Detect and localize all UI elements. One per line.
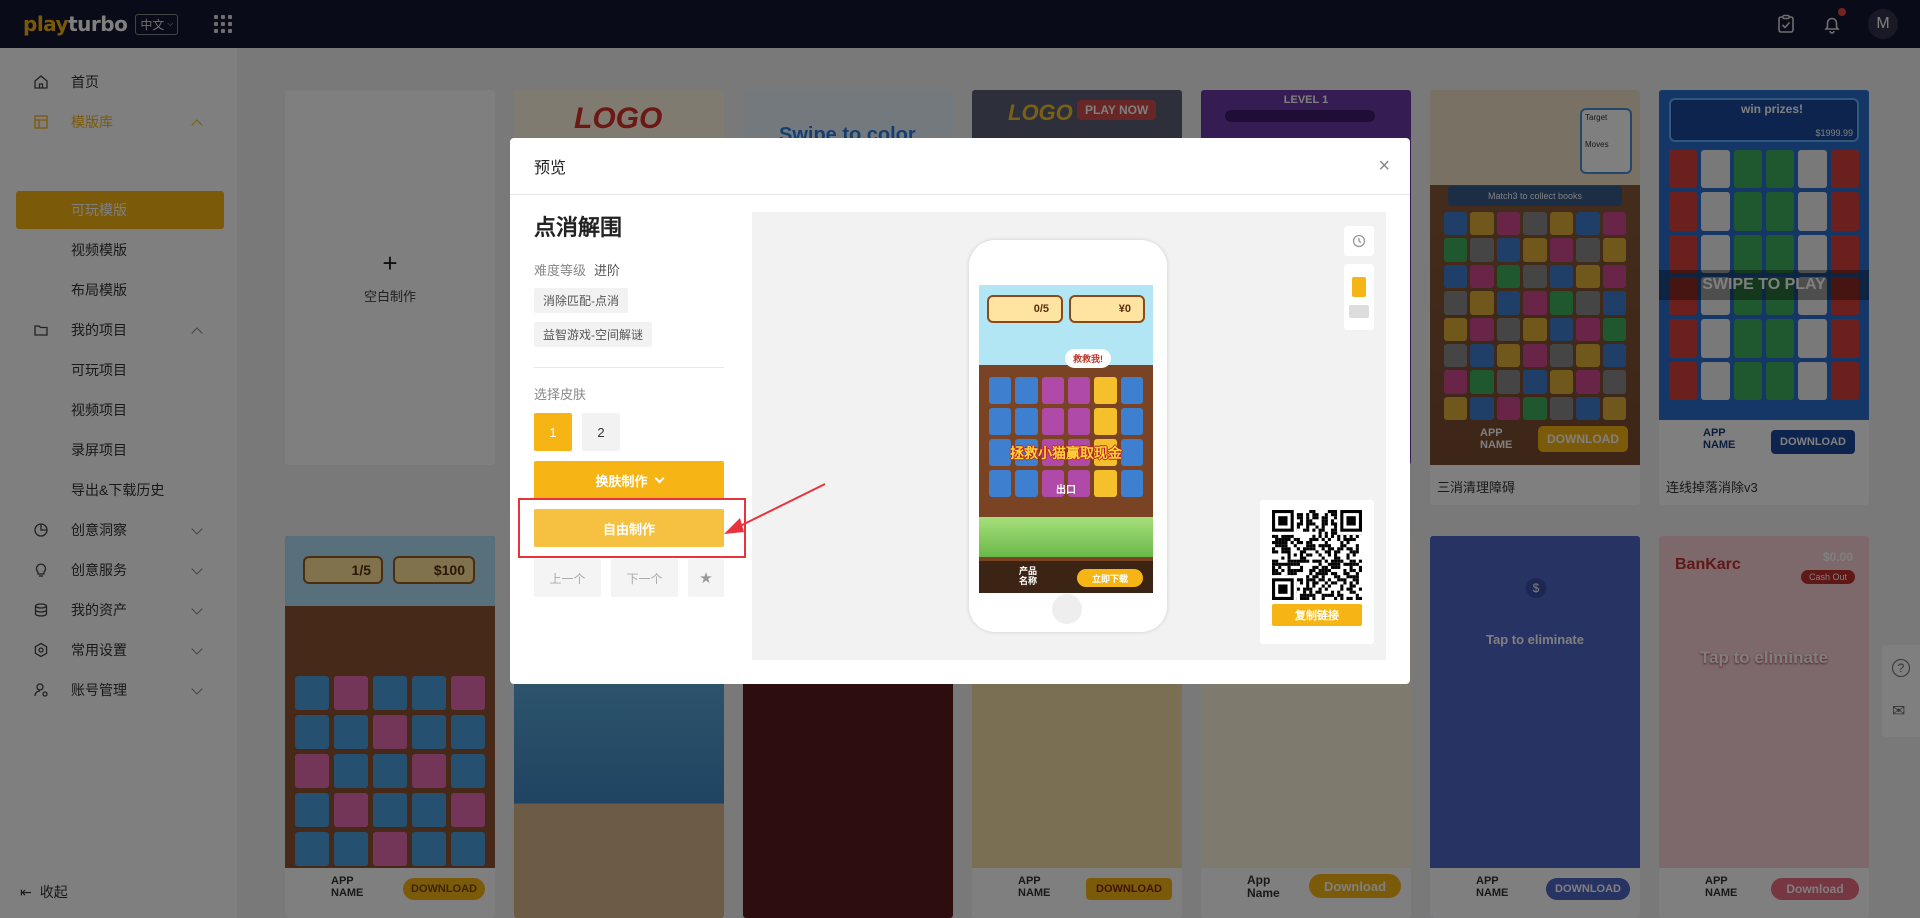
annotation-highlight-box — [518, 498, 746, 558]
qr-code-panel: 复制链接 — [1260, 500, 1374, 644]
skin-option-1[interactable]: 1 — [534, 413, 572, 451]
game-tile — [1041, 408, 1064, 435]
landscape-icon[interactable] — [1349, 304, 1369, 318]
previous-button[interactable]: 上一个 — [534, 559, 601, 597]
game-tile — [1015, 408, 1038, 435]
template-name: 点消解围 — [534, 215, 623, 240]
preview-modal: 预览 × 点消解围 难度等级 进阶 消除匹配-点消 益智游戏-空间解谜 选择皮肤 … — [510, 138, 1410, 684]
game-tile — [1068, 408, 1091, 435]
copy-link-button[interactable]: 复制链接 — [1272, 604, 1362, 626]
game-preview-screen[interactable]: 0/5 ¥0 救救我! 拯救小猫赢取现金 出口 产品名称 立即下载 — [979, 285, 1153, 593]
game-tile — [1041, 377, 1064, 404]
qr-code — [1272, 510, 1362, 600]
chevron-down-icon — [654, 473, 664, 483]
game-tile — [1120, 408, 1143, 435]
game-tile — [1094, 408, 1117, 435]
phone-frame: 0/5 ¥0 救救我! 拯救小猫赢取现金 出口 产品名称 立即下载 — [969, 240, 1167, 632]
next-button[interactable]: 下一个 — [611, 559, 678, 597]
game-tile — [1015, 377, 1038, 404]
tag: 益智游戏-空间解谜 — [534, 322, 652, 347]
game-preview-area: 0/5 ¥0 救救我! 拯救小猫赢取现金 出口 产品名称 立即下载 复制链接 — [752, 212, 1386, 660]
swap-skin-button[interactable]: 换肤制作 — [534, 461, 724, 499]
skin-label: 选择皮肤 — [534, 387, 587, 402]
game-tile — [1068, 377, 1091, 404]
game-tile — [989, 408, 1012, 435]
divider — [534, 367, 724, 368]
annotation-arrow-icon — [724, 483, 826, 534]
phone-home-button — [1052, 594, 1082, 624]
game-tile — [989, 377, 1012, 404]
tag: 消除匹配-点消 — [534, 288, 628, 313]
portrait-icon[interactable] — [1352, 276, 1366, 297]
game-tile — [1120, 377, 1143, 404]
replay-icon[interactable] — [1344, 226, 1374, 256]
skin-option-2[interactable]: 2 — [582, 413, 620, 451]
orientation-toggle[interactable] — [1344, 264, 1374, 330]
star-icon[interactable]: ★ — [688, 559, 724, 597]
modal-title: 预览 — [534, 160, 567, 177]
game-tile — [1094, 377, 1117, 404]
close-icon[interactable]: × — [1378, 156, 1390, 176]
difficulty: 难度等级 进阶 — [534, 263, 621, 278]
